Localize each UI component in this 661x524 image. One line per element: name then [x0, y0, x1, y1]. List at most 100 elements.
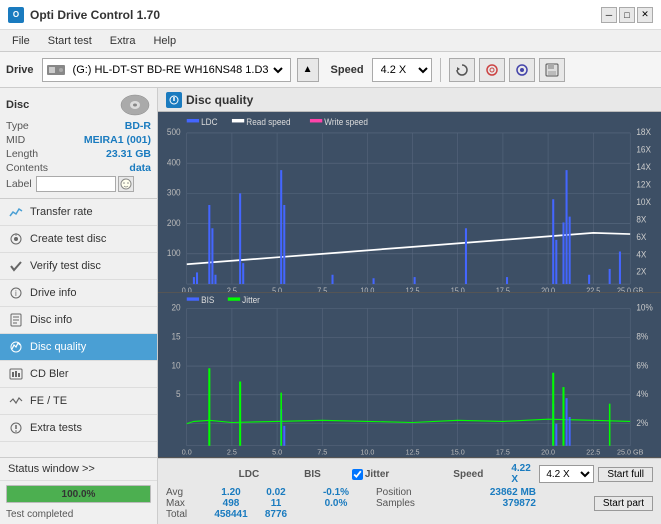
- save-icon: [545, 63, 559, 77]
- status-section: Status window >> 100.0% Test completed: [0, 457, 157, 524]
- toolbar: Drive (G:) HL-DT-ST BD-RE WH16NS48 1.D3 …: [0, 52, 661, 88]
- svg-text:2X: 2X: [636, 266, 646, 277]
- disc-quality-label: Disc quality: [30, 341, 86, 353]
- max-jitter: 0.0%: [296, 498, 376, 509]
- extra-tests-icon: [8, 420, 24, 436]
- svg-text:10.0: 10.0: [360, 286, 374, 292]
- avg-row-label: Avg: [166, 487, 206, 498]
- save-button[interactable]: [539, 58, 565, 82]
- svg-text:400: 400: [167, 157, 181, 168]
- charts-area: LDC Read speed Write speed: [158, 112, 661, 458]
- svg-text:25.0 GB: 25.0 GB: [617, 286, 643, 292]
- svg-text:500: 500: [167, 127, 181, 138]
- maximize-button[interactable]: □: [619, 7, 635, 23]
- svg-text:14X: 14X: [636, 162, 651, 173]
- max-ldc: 498: [206, 498, 256, 509]
- refresh-button[interactable]: [449, 58, 475, 82]
- sidebar-item-fe-te[interactable]: FE / TE: [0, 388, 157, 415]
- disc-image: [119, 94, 151, 116]
- close-button[interactable]: ✕: [637, 7, 653, 23]
- minimize-button[interactable]: ─: [601, 7, 617, 23]
- toolbar-separator: [440, 58, 441, 82]
- sidebar-item-transfer-rate[interactable]: Transfer rate: [0, 199, 157, 226]
- sidebar-item-cd-bler[interactable]: CD Bler: [0, 361, 157, 388]
- length-value: 23.31 GB: [106, 148, 151, 160]
- svg-text:22.5: 22.5: [586, 448, 600, 457]
- mid-value: MEIRA1 (001): [84, 134, 151, 146]
- contents-value: data: [129, 162, 151, 174]
- jitter-checkbox[interactable]: [352, 469, 363, 480]
- sidebar-item-drive-info[interactable]: i Drive info: [0, 280, 157, 307]
- svg-text:18X: 18X: [636, 127, 651, 138]
- svg-text:12.5: 12.5: [406, 286, 420, 292]
- settings-button[interactable]: [479, 58, 505, 82]
- total-jitter-placeholder: [296, 509, 376, 520]
- menu-help[interactable]: Help: [145, 33, 184, 49]
- svg-text:15: 15: [171, 331, 180, 341]
- menu-start-test[interactable]: Start test: [40, 33, 100, 49]
- svg-text:10.0: 10.0: [360, 448, 374, 457]
- length-label: Length: [6, 148, 38, 160]
- eject-button[interactable]: ▲: [297, 58, 319, 82]
- svg-text:15.0: 15.0: [451, 286, 465, 292]
- transfer-rate-label: Transfer rate: [30, 206, 93, 218]
- label-icon-button[interactable]: [118, 176, 134, 192]
- progress-text: 100.0%: [7, 486, 150, 502]
- fe-te-label: FE / TE: [30, 395, 67, 407]
- status-text: Test completed: [0, 507, 157, 524]
- start-part-button[interactable]: Start part: [594, 496, 653, 511]
- sidebar: Disc Type BD-R MID MEIRA1 (001) Length 2…: [0, 88, 158, 524]
- disc-quality-title: Disc quality: [186, 93, 253, 107]
- disc-mid-row: MID MEIRA1 (001): [6, 134, 151, 146]
- svg-text:20: 20: [171, 303, 180, 313]
- speed-col-header: Speed: [453, 469, 483, 480]
- svg-text:200: 200: [167, 217, 181, 228]
- menu-extra[interactable]: Extra: [102, 33, 144, 49]
- svg-text:5.0: 5.0: [272, 448, 282, 457]
- svg-text:10: 10: [171, 360, 180, 370]
- disc-quality-icon-header: [166, 92, 182, 108]
- legend-read-speed: Read speed: [246, 116, 290, 127]
- speed-label: Speed: [331, 64, 364, 76]
- create-test-disc-icon: [8, 231, 24, 247]
- sidebar-item-disc-quality[interactable]: Disc quality: [0, 334, 157, 361]
- fe-te-icon: [8, 393, 24, 409]
- disc-info-icon: [8, 312, 24, 328]
- menu-file[interactable]: File: [4, 33, 38, 49]
- status-window-button[interactable]: Status window >>: [0, 458, 157, 481]
- label-input[interactable]: [36, 176, 116, 192]
- sidebar-item-extra-tests[interactable]: Extra tests: [0, 415, 157, 442]
- svg-text:7.5: 7.5: [317, 448, 327, 457]
- max-bis: 11: [256, 498, 296, 509]
- cd-button[interactable]: [509, 58, 535, 82]
- svg-text:7.5: 7.5: [317, 286, 327, 292]
- svg-text:20.0: 20.0: [541, 286, 555, 292]
- total-row-label: Total: [166, 509, 206, 520]
- smiley-icon: [120, 178, 132, 190]
- cd-icon: [515, 63, 529, 77]
- svg-text:10X: 10X: [636, 197, 651, 208]
- disc-quality-icon: [8, 339, 24, 355]
- bis-col-header: BIS: [293, 469, 332, 480]
- svg-text:5: 5: [176, 389, 181, 399]
- cd-bler-icon: [8, 366, 24, 382]
- drive-select[interactable]: (G:) HL-DT-ST BD-RE WH16NS48 1.D3: [69, 63, 286, 77]
- sidebar-item-verify-test-disc[interactable]: Verify test disc: [0, 253, 157, 280]
- samples-label: Samples: [376, 498, 456, 509]
- position-value: 23862 MB: [456, 487, 536, 498]
- svg-text:6%: 6%: [636, 360, 648, 370]
- position-label: Position: [376, 487, 456, 498]
- total-bis: 8776: [256, 509, 296, 520]
- speed-combo-select[interactable]: 4.2 X: [539, 465, 594, 483]
- main-layout: Disc Type BD-R MID MEIRA1 (001) Length 2…: [0, 88, 661, 524]
- verify-test-disc-label: Verify test disc: [30, 260, 101, 272]
- disc-contents-row: Contents data: [6, 162, 151, 174]
- speed-select[interactable]: 4.2 X: [372, 58, 432, 82]
- disc-icon: [485, 63, 499, 77]
- svg-text:0.0: 0.0: [182, 448, 192, 457]
- svg-text:22.5: 22.5: [586, 286, 600, 292]
- svg-text:6X: 6X: [636, 231, 646, 242]
- start-full-button[interactable]: Start full: [598, 467, 653, 482]
- sidebar-item-disc-info[interactable]: Disc info: [0, 307, 157, 334]
- sidebar-item-create-test-disc[interactable]: Create test disc: [0, 226, 157, 253]
